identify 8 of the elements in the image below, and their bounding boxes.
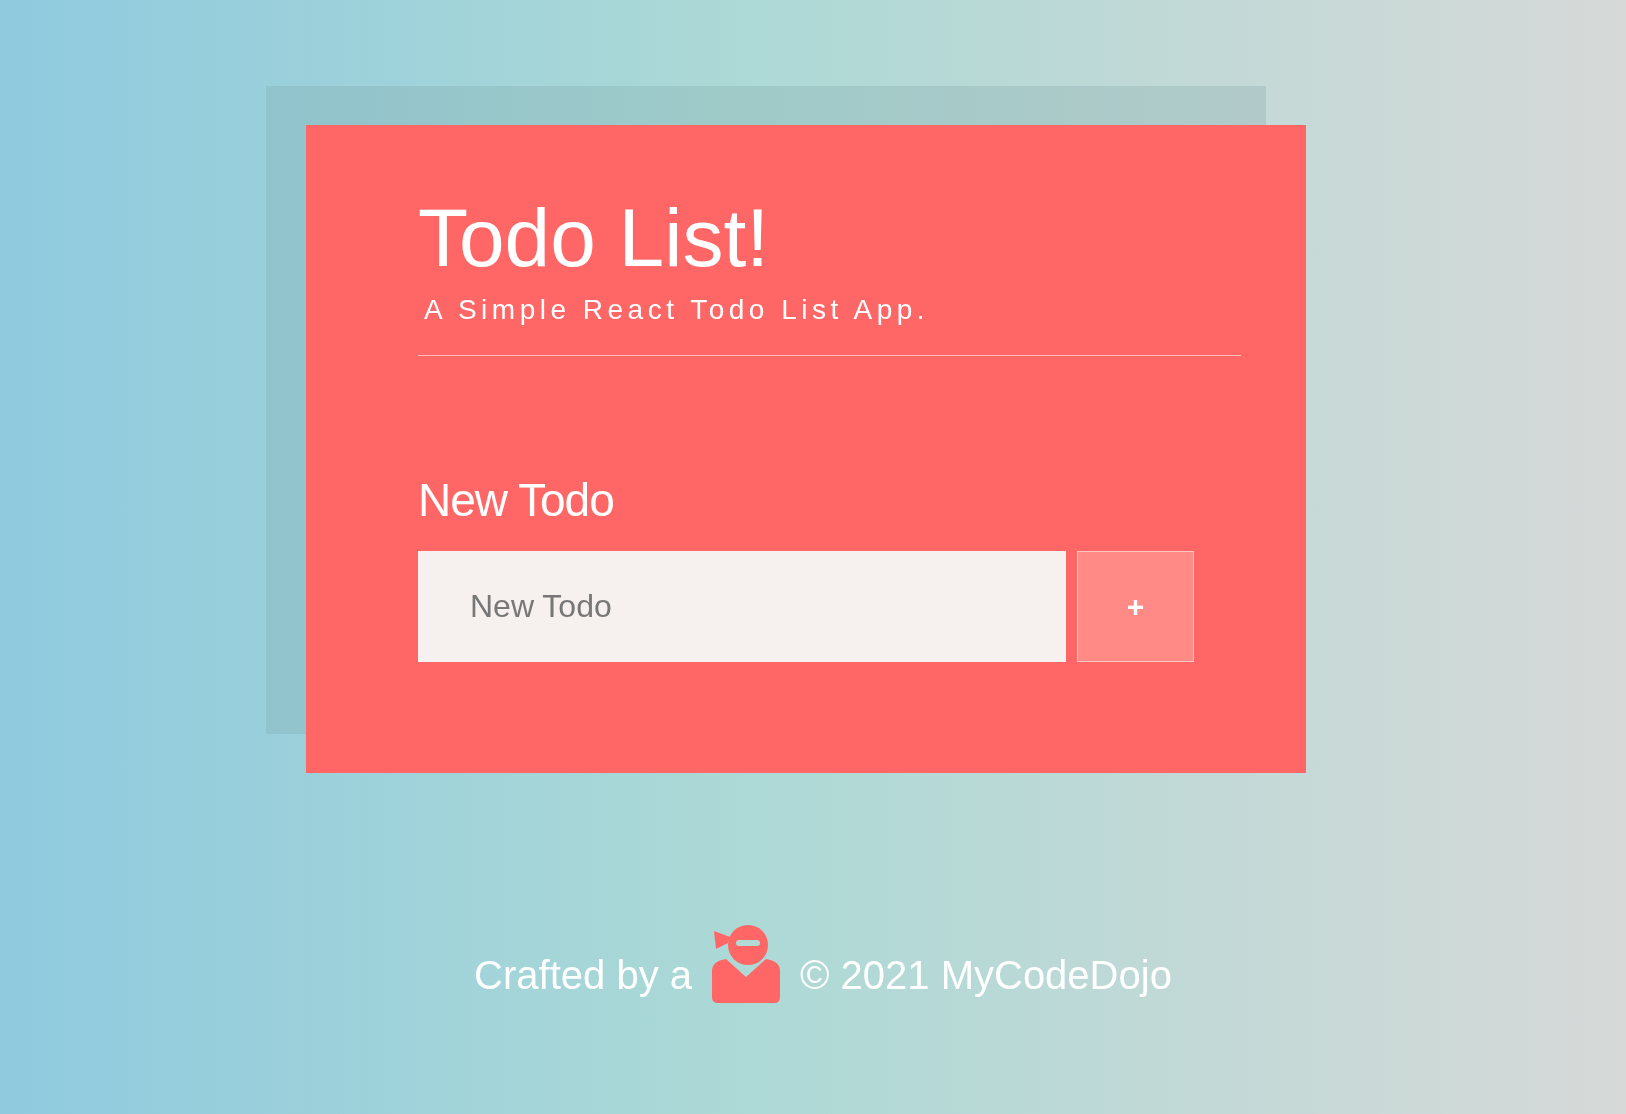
copyright-text: © 2021 MyCodeDojo — [800, 952, 1172, 999]
form-label: New Todo — [418, 473, 614, 528]
app-title: Todo List! — [418, 197, 770, 279]
app-subtitle: A Simple React Todo List App. — [424, 293, 930, 327]
ninja-icon — [710, 923, 782, 1005]
input-field[interactable]: New Todo — [418, 551, 1066, 662]
add-button[interactable]: + — [1077, 551, 1194, 662]
footer-text: Crafted by a — [474, 952, 692, 999]
